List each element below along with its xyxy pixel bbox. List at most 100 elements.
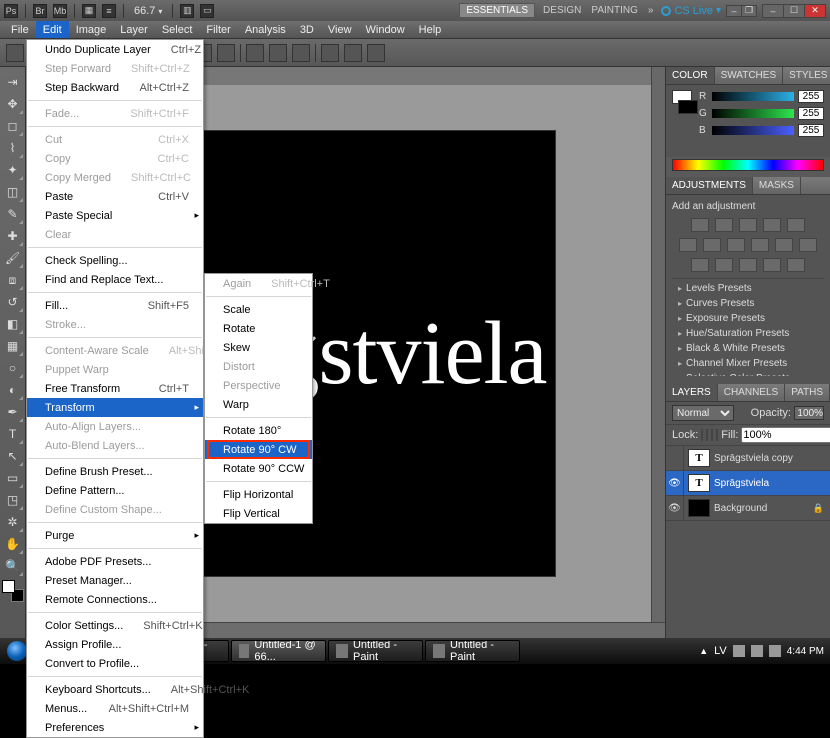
heal-tool[interactable]: ✚: [2, 225, 24, 247]
adj-icon[interactable]: [751, 238, 769, 252]
panel-tab[interactable]: CHANNELS: [718, 384, 785, 401]
lock-transparent-icon[interactable]: [701, 429, 703, 441]
bridge-icon[interactable]: Br: [33, 4, 47, 18]
r-input[interactable]: [798, 90, 824, 103]
menu-item[interactable]: Rotate 90° CCW: [205, 459, 312, 478]
menu-file[interactable]: File: [4, 21, 36, 38]
extras-icon[interactable]: ▦: [82, 4, 96, 18]
menu-edit[interactable]: Edit: [36, 21, 69, 38]
adj-icon[interactable]: [787, 258, 805, 272]
3d-camera-tool[interactable]: ✲: [2, 511, 24, 533]
menu-item[interactable]: Free TransformCtrl+T: [27, 379, 203, 398]
gradient-tool[interactable]: ▦: [2, 335, 24, 357]
distribute-icon[interactable]: [344, 44, 362, 62]
adj-icon[interactable]: [691, 218, 709, 232]
layer-visibility-icon[interactable]: 👁: [666, 496, 684, 520]
adj-icon[interactable]: [727, 238, 745, 252]
adj-icon[interactable]: [715, 258, 733, 272]
panel-tab[interactable]: ADJUSTMENTS: [666, 177, 753, 194]
lock-pixels-icon[interactable]: [706, 429, 708, 441]
window-minimize-button[interactable]: –: [762, 4, 784, 18]
preset-item[interactable]: Selective Color Presets: [672, 371, 824, 376]
preset-item[interactable]: Black & White Presets: [672, 341, 824, 356]
layer-row[interactable]: TSprāgstviela copy: [666, 446, 830, 471]
menu-item[interactable]: Paste Special: [27, 206, 203, 225]
cs-live-button[interactable]: CS Live ▾: [661, 5, 721, 17]
layer-row[interactable]: 👁Background🔒: [666, 496, 830, 521]
menu-analysis[interactable]: Analysis: [238, 21, 293, 38]
menu-item[interactable]: Color Settings...Shift+Ctrl+K: [27, 616, 203, 635]
menu-item[interactable]: Keyboard Shortcuts...Alt+Shift+Ctrl+K: [27, 680, 203, 699]
crop-tool[interactable]: ◫: [2, 181, 24, 203]
menu-item[interactable]: Define Brush Preset...: [27, 462, 203, 481]
menu-item[interactable]: Find and Replace Text...: [27, 270, 203, 289]
minibridge-icon[interactable]: Mb: [53, 4, 67, 18]
adj-icon[interactable]: [715, 218, 733, 232]
ps-restore-button[interactable]: ❐: [741, 5, 757, 17]
taskbar-button[interactable]: Untitled - Paint: [328, 640, 423, 662]
adj-icon[interactable]: [679, 238, 697, 252]
arrange-icon[interactable]: ▥: [180, 4, 194, 18]
eraser-tool[interactable]: ◧: [2, 313, 24, 335]
dodge-tool[interactable]: ◐: [2, 379, 24, 401]
shape-tool[interactable]: ▭: [2, 467, 24, 489]
history-brush-tool[interactable]: ↺: [2, 291, 24, 313]
adj-icon[interactable]: [739, 218, 757, 232]
lock-all-icon[interactable]: [716, 429, 718, 441]
menu-item[interactable]: Undo Duplicate LayerCtrl+Z: [27, 40, 203, 59]
distribute-icon[interactable]: [269, 44, 287, 62]
tray-icon[interactable]: [769, 645, 781, 657]
blur-tool[interactable]: ○: [2, 357, 24, 379]
preset-item[interactable]: Channel Mixer Presets: [672, 356, 824, 371]
menu-layer[interactable]: Layer: [113, 21, 155, 38]
tray-icon[interactable]: [751, 645, 763, 657]
workspace-painting[interactable]: PAINTING: [589, 4, 639, 17]
adj-icon[interactable]: [691, 258, 709, 272]
opacity-input[interactable]: [794, 406, 824, 420]
window-close-button[interactable]: ✕: [804, 4, 826, 18]
menu-item[interactable]: Fill...Shift+F5: [27, 296, 203, 315]
panel-tab[interactable]: STYLES: [783, 67, 830, 84]
menu-3d[interactable]: 3D: [293, 21, 321, 38]
panel-tab[interactable]: MASKS: [753, 177, 801, 194]
marquee-tool[interactable]: ◻: [2, 115, 24, 137]
menu-image[interactable]: Image: [69, 21, 114, 38]
layer-name[interactable]: Sprāgstviela: [714, 478, 830, 489]
menu-item[interactable]: Menus...Alt+Shift+Ctrl+M: [27, 699, 203, 718]
distribute-icon[interactable]: [367, 44, 385, 62]
b-slider[interactable]: [712, 126, 794, 135]
menu-item[interactable]: Check Spelling...: [27, 251, 203, 270]
taskbar-button[interactable]: Untitled-1 @ 66...: [231, 640, 326, 662]
taskbar-button[interactable]: Untitled - Paint: [425, 640, 520, 662]
workspace-essentials[interactable]: ESSENTIALS: [459, 3, 535, 18]
menu-help[interactable]: Help: [412, 21, 449, 38]
ps-minimize-button[interactable]: –: [726, 5, 742, 17]
layer-name[interactable]: Sprāgstviela copy: [714, 453, 830, 464]
adj-icon[interactable]: [799, 238, 817, 252]
window-maximize-button[interactable]: ☐: [783, 4, 805, 18]
panel-tab[interactable]: PATHS: [785, 384, 830, 401]
background-swatch[interactable]: [678, 100, 698, 114]
menu-item[interactable]: Warp: [205, 395, 312, 414]
menu-item[interactable]: Preset Manager...: [27, 571, 203, 590]
lasso-tool[interactable]: ⌇: [2, 137, 24, 159]
layer-visibility-icon[interactable]: [666, 446, 684, 470]
fill-input[interactable]: [741, 427, 830, 443]
color-swatches[interactable]: [2, 580, 24, 602]
guides-icon[interactable]: ≡: [102, 4, 116, 18]
adj-icon[interactable]: [787, 218, 805, 232]
menu-select[interactable]: Select: [155, 21, 200, 38]
tray-lang[interactable]: LV: [714, 645, 727, 657]
panel-tab[interactable]: COLOR: [666, 67, 715, 84]
menu-item[interactable]: Scale: [205, 300, 312, 319]
menu-item[interactable]: Preferences: [27, 718, 203, 737]
preset-item[interactable]: Exposure Presets: [672, 311, 824, 326]
g-slider[interactable]: [712, 109, 794, 118]
menu-item[interactable]: Remote Connections...: [27, 590, 203, 609]
lock-position-icon[interactable]: [711, 429, 713, 441]
menu-item[interactable]: Rotate 90° CW: [205, 440, 312, 459]
workspace-more-icon[interactable]: »: [646, 4, 656, 17]
layer-visibility-icon[interactable]: 👁: [666, 471, 684, 495]
preset-item[interactable]: Curves Presets: [672, 296, 824, 311]
preset-item[interactable]: Levels Presets: [672, 281, 824, 296]
